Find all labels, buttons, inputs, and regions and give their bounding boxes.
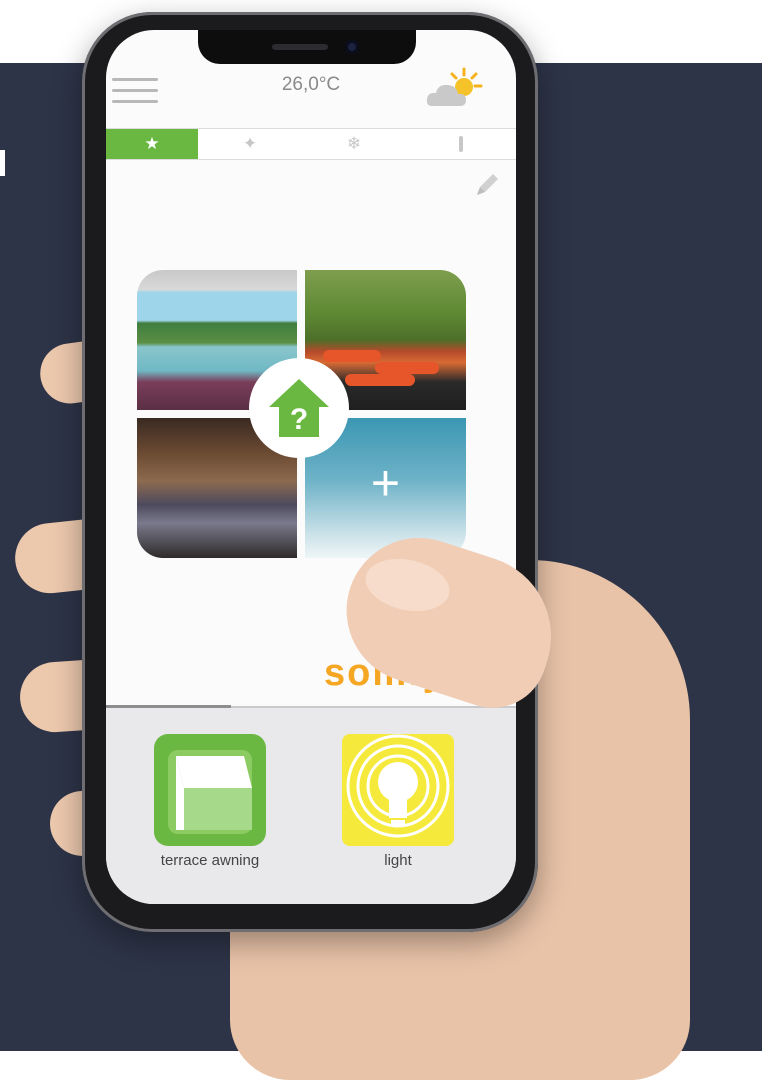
tab-climate[interactable]: ❄ — [302, 129, 406, 159]
sun-icon: ✦ — [242, 134, 258, 153]
tab-favorites[interactable]: ★ — [106, 129, 198, 159]
home-question-icon[interactable]: ? — [249, 358, 349, 458]
awning-icon — [154, 734, 266, 846]
light-bulb-icon — [342, 734, 454, 846]
plus-icon: + — [370, 455, 401, 511]
front-camera — [345, 40, 359, 54]
star-icon: ★ — [144, 134, 160, 153]
device-terrace-awning[interactable]: terrace awning — [140, 734, 280, 869]
device-drawer: terrace awning light — [106, 708, 516, 904]
app-screen: 26,0°C ★ ✦ ❄ + ? terrace awning light — [106, 30, 516, 904]
tab-temperature[interactable] — [406, 129, 516, 159]
pencil-edit-icon[interactable] — [472, 170, 502, 200]
home-question-mark: ? — [290, 403, 308, 436]
device-light[interactable]: light — [328, 734, 468, 869]
tab-sun[interactable]: ✦ — [198, 129, 302, 159]
tab-bar: ★ ✦ ❄ — [106, 128, 516, 160]
barbecue-skewer — [375, 362, 439, 374]
barbecue-skewer — [345, 374, 415, 386]
device-label: light — [384, 852, 412, 869]
snowflake-icon: ❄ — [346, 134, 362, 153]
phone-speaker — [272, 44, 328, 50]
partly-sunny-icon — [424, 66, 486, 112]
barbecue-skewer — [323, 350, 381, 362]
device-label: terrace awning — [160, 852, 260, 869]
temperature-readout: 26,0°C — [281, 74, 341, 95]
background-edge-mark — [0, 150, 5, 176]
thermometer-icon — [459, 136, 463, 152]
hamburger-menu-icon[interactable] — [112, 74, 158, 108]
